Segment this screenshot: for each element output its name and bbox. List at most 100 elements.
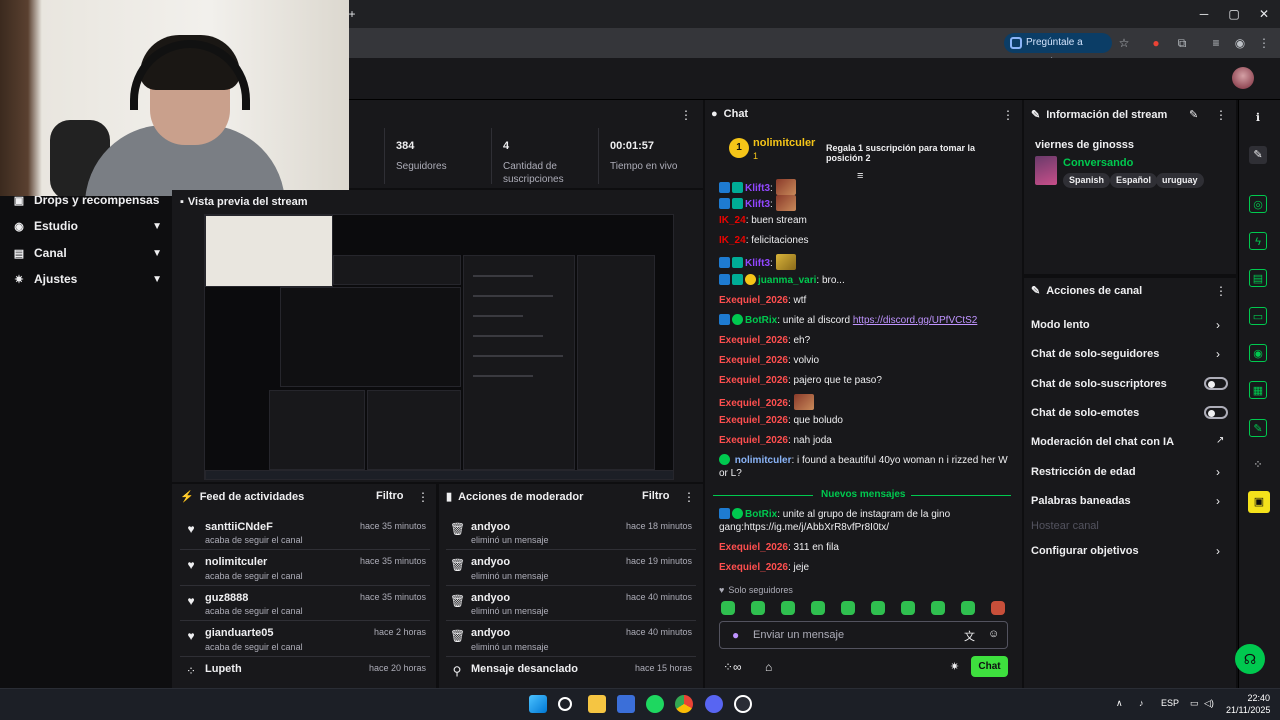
chat-message[interactable]: BotRix: unite al discord https://discord… [719, 314, 1009, 327]
chat-message[interactable]: Exequiel_2026: nah joda [719, 434, 1009, 447]
media-control-icon[interactable]: ≡ [1208, 35, 1224, 51]
activity-filter-button[interactable]: Filtro [376, 490, 404, 502]
chat-message[interactable]: Exequiel_2026: eh? [719, 334, 1009, 347]
chat-menu-icon[interactable]: ⋮ [1002, 108, 1014, 122]
camera-target-icon[interactable]: ◎ [1249, 195, 1267, 213]
extension-icon[interactable]: ● [1148, 35, 1164, 51]
chat-input[interactable]: ● Enviar un mensaje 文 ☺ [719, 621, 1008, 649]
chat-link[interactable]: https://discord.gg/UPfVCtS2 [853, 315, 978, 326]
windows-start-icon[interactable] [529, 695, 547, 713]
channel-points-icon[interactable]: ⁘∞ [723, 660, 742, 674]
tag-chip[interactable]: Español [1110, 173, 1158, 188]
close-window-button[interactable]: ✕ [1256, 6, 1272, 22]
chevron-right-icon[interactable]: › [1216, 318, 1220, 332]
chevron-right-icon[interactable]: › [1216, 347, 1220, 361]
profile-icon[interactable]: ◉ [1232, 35, 1248, 51]
feed-item-name[interactable]: gianduarte05 [205, 627, 273, 639]
emote-icon[interactable] [811, 601, 825, 615]
microphone-icon[interactable]: ♪ [1139, 698, 1144, 708]
sidebar-item-channel[interactable]: ▤ Canal ▼ [12, 243, 162, 263]
chevron-right-icon[interactable]: › [1216, 494, 1220, 508]
edit-pencil-icon[interactable]: ✎ [1189, 108, 1198, 121]
wrench-icon[interactable]: ✎ [1249, 419, 1267, 437]
obs-icon[interactable] [734, 695, 752, 713]
clapper-icon[interactable]: ▣ [1248, 491, 1270, 513]
action-subs-only[interactable]: Chat de solo-suscriptores [1031, 378, 1167, 390]
mod-filter-button[interactable]: Filtro [642, 490, 670, 502]
chat-message[interactable]: juanma_vari: bro... [719, 274, 1009, 287]
user-avatar[interactable] [1232, 67, 1254, 89]
mod-item-name[interactable]: Mensaje desanclado [471, 663, 578, 675]
hype-cta[interactable]: Regala 1 suscripción para tomar la posic… [826, 143, 1006, 163]
category-name[interactable]: Conversando [1063, 157, 1133, 169]
mod-item-name[interactable]: andyoo [471, 556, 510, 568]
mod-item-name[interactable]: andyoo [471, 521, 510, 533]
hype-user[interactable]: nolimitculer [753, 137, 815, 149]
chat-message[interactable]: Exequiel_2026: 311 en fila [719, 541, 1009, 554]
store-icon[interactable] [617, 695, 635, 713]
feed-item-name[interactable]: Lupeth [205, 663, 242, 675]
chat-settings-icon[interactable]: ✷ [950, 660, 959, 673]
emote-icon[interactable] [841, 601, 855, 615]
chat-message[interactable]: nolimitculer: i found a beautiful 40yo w… [719, 454, 1009, 480]
store-icon[interactable]: ⌂ [765, 660, 772, 674]
action-banned-words[interactable]: Palabras baneadas [1031, 495, 1131, 507]
chat-message[interactable]: Exequiel_2026: jeje [719, 561, 1009, 574]
edit-pencil-icon[interactable]: ✎ [1249, 146, 1267, 164]
chevron-right-icon[interactable]: › [1216, 465, 1220, 479]
ask-google-button[interactable]: Pregúntale a Google [1004, 33, 1112, 68]
feed-item-name[interactable]: santtiiCNdeF [205, 521, 273, 533]
tray-chevron-icon[interactable]: ∧ [1116, 698, 1123, 709]
emote-icon[interactable] [991, 601, 1005, 615]
taskbar-clock[interactable]: 22:40 21/11/2025 [1226, 692, 1270, 716]
translate-icon[interactable]: 文 [964, 628, 975, 644]
info-icon[interactable]: ℹ [1249, 109, 1267, 127]
emoji-icon[interactable]: ☺ [988, 628, 999, 640]
broadcast-icon[interactable]: ◉ [1249, 344, 1267, 362]
sidebar-item-studio[interactable]: ◉ Estudio ▼ [12, 216, 162, 236]
chat-send-button[interactable]: Chat [971, 656, 1008, 677]
chat-message[interactable]: IK_24: felicitaciones [719, 234, 1009, 247]
spotify-icon[interactable] [646, 695, 664, 713]
tag-chip[interactable]: Spanish [1063, 173, 1111, 188]
layout-icon[interactable]: ▦ [1249, 381, 1267, 399]
action-slow-mode[interactable]: Modo lento [1031, 319, 1090, 331]
emote-icon[interactable] [781, 601, 795, 615]
chat-message[interactable]: Exequiel_2026: volvio [719, 354, 1009, 367]
minimize-button[interactable]: ─ [1196, 6, 1212, 22]
lightning-icon[interactable]: ϟ [1249, 232, 1267, 250]
network-icon[interactable]: ▭ [1190, 698, 1199, 709]
mod-item-name[interactable]: andyoo [471, 627, 510, 639]
action-goals[interactable]: Configurar objetivos [1031, 545, 1139, 557]
chrome-icon[interactable] [675, 695, 693, 713]
emote-icon[interactable] [721, 601, 735, 615]
chat-message[interactable]: Klift3: [719, 179, 1009, 195]
sidebar-item-settings[interactable]: ✷ Ajustes ▼ [12, 269, 162, 289]
chat-message[interactable]: IK_24: buen stream [719, 214, 1009, 227]
chat-message[interactable]: Exequiel_2026: wtf [719, 294, 1009, 307]
stream-preview-video[interactable] [204, 214, 674, 480]
action-followers-only[interactable]: Chat de solo-seguidores [1031, 348, 1159, 360]
category-box-art[interactable] [1035, 156, 1057, 185]
file-explorer-icon[interactable] [588, 695, 606, 713]
action-age-restriction[interactable]: Restricción de edad [1031, 466, 1136, 478]
browser-menu-icon[interactable]: ⋮ [1256, 35, 1272, 51]
mod-item-name[interactable]: andyoo [471, 592, 510, 604]
activity-menu-icon[interactable]: ⋮ [417, 490, 429, 504]
discord-icon[interactable] [705, 695, 723, 713]
microphone-icon[interactable]: ● [732, 628, 739, 642]
feed-item-name[interactable]: guz8888 [205, 592, 248, 604]
emote-icon[interactable] [871, 601, 885, 615]
subs-only-toggle[interactable] [1204, 377, 1228, 390]
search-icon[interactable] [558, 697, 572, 711]
chat-message[interactable]: Klift3: [719, 254, 1009, 270]
mod-menu-icon[interactable]: ⋮ [683, 490, 695, 504]
action-ai-moderation[interactable]: Moderación del chat con IA [1031, 436, 1174, 448]
emote-icon[interactable] [751, 601, 765, 615]
action-emotes-only[interactable]: Chat de solo-emotes [1031, 407, 1139, 419]
points-icon[interactable]: ⁘ [1249, 456, 1267, 474]
chevron-right-icon[interactable]: › [1216, 544, 1220, 558]
volume-icon[interactable]: ◁) [1204, 698, 1214, 709]
chat-bubble-icon[interactable]: ▭ [1249, 307, 1267, 325]
chat-message[interactable]: BotRix: unite al grupo de instagram de l… [719, 508, 1009, 534]
